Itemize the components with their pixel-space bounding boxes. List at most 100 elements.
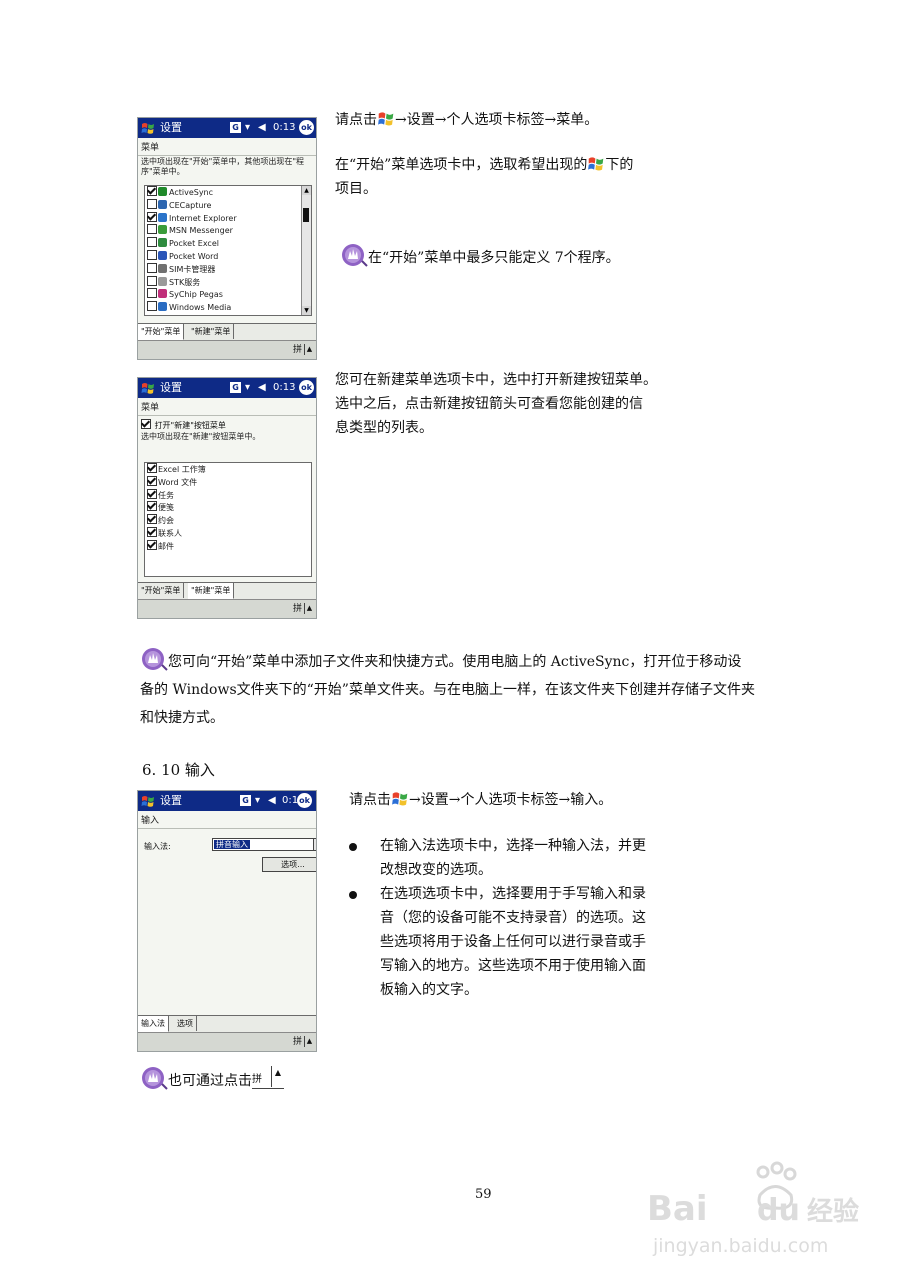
list-item[interactable]: 任务 (145, 488, 311, 502)
item-label: Pocket Excel (169, 239, 219, 249)
ok-button[interactable]: ok (299, 380, 314, 395)
checkbox[interactable] (147, 514, 157, 525)
tab-options[interactable]: 选项 (174, 1016, 197, 1031)
item-label: Internet Explorer (169, 213, 237, 223)
sip-arrow-icon[interactable]: ▲ (304, 344, 314, 355)
volume-icon[interactable]: ◀ (258, 381, 266, 395)
chevron-down-icon[interactable]: ▼ (313, 839, 316, 850)
checkbox[interactable] (147, 224, 157, 235)
tab-start-menu[interactable]: "开始"菜单 (138, 583, 185, 598)
new-menu-list[interactable]: Excel 工作簿 Word 文件 任务 便笺 约会 联系人 邮件 (144, 462, 312, 577)
item-label: 便笺 (158, 503, 174, 513)
input-method-button[interactable]: 拼 (293, 343, 302, 357)
app-icon (158, 276, 167, 286)
list-item[interactable]: Pocket Word (145, 249, 311, 263)
volume-icon[interactable]: ◀ (258, 121, 266, 135)
checkbox[interactable] (147, 501, 157, 512)
menu-description: 选中项出现在"开始"菜单中，其他项出现在"程序"菜单中。 (141, 157, 305, 176)
list-item[interactable]: MSN Messenger (145, 224, 311, 237)
list-item[interactable]: 便笺 (145, 501, 311, 514)
scroll-down-icon[interactable]: ▼ (302, 306, 311, 315)
checkbox[interactable] (147, 198, 157, 209)
list-item: 在选项选项卡中，选择要用于手写输入和录 音（您的设备可能不支持录音）的选项。这 … (349, 882, 694, 1002)
checkbox[interactable] (147, 288, 157, 299)
checkbox[interactable] (147, 237, 157, 248)
ok-button[interactable]: ok (299, 120, 314, 135)
checkbox[interactable] (147, 488, 157, 499)
signal-icon[interactable]: ▾ (245, 121, 255, 135)
screenshot-start-menu-settings: 设置 G ▾ ◀ 0:13 ok 菜单 选中项出现在"开始"菜单中，其他项出现在… (137, 117, 317, 360)
input-method-button[interactable]: 拼 (293, 602, 302, 616)
list-item[interactable]: Word 文件 (145, 475, 311, 489)
gprs-indicator-icon: G (230, 122, 241, 133)
list-item[interactable]: 约会 (145, 514, 311, 527)
checkbox[interactable] (141, 419, 151, 429)
input-method-select[interactable]: 拼音输入 ▼ (212, 838, 316, 851)
item-label: Excel 工作簿 (158, 465, 206, 474)
line: 选中之后，点击新建按钮箭头可查看您能创建的信 (335, 396, 643, 412)
ok-button[interactable]: ok (297, 793, 312, 808)
signal-icon[interactable]: ▾ (255, 794, 265, 808)
scroll-up-icon[interactable]: ▲ (302, 186, 311, 195)
toggle-label: 打开"新建"按钮菜单 (154, 421, 226, 430)
input-method-label: 输入法: (144, 842, 171, 851)
volume-icon[interactable]: ◀ (268, 794, 276, 808)
clock-time[interactable]: 0:13 (273, 118, 295, 138)
note-icon (140, 1066, 168, 1090)
sip-arrow-icon[interactable]: ▲ (304, 1036, 314, 1047)
line: 在输入法选项卡中，选择一种输入法，并更 (380, 838, 646, 854)
line: 改想改变的选项。 (380, 862, 492, 878)
list-item[interactable]: 联系人 (145, 526, 311, 540)
list-item[interactable]: ActiveSync (145, 186, 311, 199)
item-label: SyChip Pegas (169, 290, 223, 300)
scroll-thumb[interactable] (303, 208, 309, 222)
screenshot-input-settings: 设置 G ▾ ◀ 0:14 ok 输入 输入法: 拼音输入 ▼ 选项... 输入… (137, 790, 317, 1052)
list-item[interactable]: Windows Media (145, 301, 311, 314)
list-item[interactable]: Excel 工作簿 (145, 463, 311, 476)
input-method-button[interactable]: 拼 (293, 1035, 302, 1049)
bullet-icon (349, 891, 357, 899)
checkbox[interactable] (147, 463, 157, 473)
checkbox[interactable] (147, 301, 157, 312)
signal-icon[interactable]: ▾ (245, 381, 255, 395)
checkbox[interactable] (147, 526, 157, 537)
line: 在选项选项卡中，选择要用于手写输入和录 (380, 886, 646, 902)
start-menu-list[interactable]: ActiveSync CECapture Internet Explorer MSN … (144, 185, 312, 316)
checkbox[interactable] (147, 475, 157, 486)
list-item[interactable]: Pocket Excel (145, 237, 311, 250)
app-icon (158, 225, 167, 235)
start-flag-icon[interactable] (141, 121, 155, 135)
tab-new-menu[interactable]: "新建"菜单 (188, 583, 235, 599)
list-item[interactable]: SIM卡管理器 (145, 262, 311, 276)
item-label: STK服务 (169, 277, 201, 287)
page-number: 59 (475, 1187, 492, 1202)
checkbox[interactable] (147, 186, 157, 196)
list-item[interactable]: SyChip Pegas (145, 288, 311, 301)
options-button[interactable]: 选项... (262, 857, 316, 872)
start-flag-icon[interactable] (141, 794, 155, 808)
paragraph-step1-detail: 在“开始”菜单选项卡中，选取希望出现的 下的 (335, 157, 634, 173)
start-flag-icon[interactable] (141, 381, 155, 395)
tab-start-menu[interactable]: "开始"菜单 (138, 324, 185, 340)
list-item[interactable]: STK服务 (145, 275, 311, 289)
tab-new-menu[interactable]: "新建"菜单 (188, 324, 235, 339)
clock-time[interactable]: 0:13 (273, 378, 295, 398)
checkbox[interactable] (147, 262, 157, 273)
gprs-indicator-icon: G (230, 382, 241, 393)
list-item[interactable]: CECapture (145, 198, 311, 212)
list-item[interactable]: Internet Explorer (145, 211, 311, 225)
screenshot-new-menu-settings: 设置 G ▾ ◀ 0:13 ok 菜单 打开"新建"按钮菜单 选中项出现在"新建… (137, 377, 317, 619)
checkbox[interactable] (147, 249, 157, 260)
new-button-toggle[interactable]: 打开"新建"按钮菜单 (138, 416, 316, 431)
list-scrollbar[interactable]: ▲ ▼ (301, 186, 311, 315)
sip-arrow-icon[interactable]: ▲ (304, 603, 314, 614)
app-icon (158, 263, 167, 273)
tab-strip: "开始"菜单 "新建"菜单 (138, 323, 316, 340)
tab-input-method[interactable]: 输入法 (138, 1016, 169, 1032)
list-item[interactable]: 邮件 (145, 539, 311, 553)
checkbox[interactable] (147, 211, 157, 222)
page-subtitle: 输入 (138, 811, 316, 829)
page-subtitle: 菜单 (138, 398, 316, 416)
checkbox[interactable] (147, 539, 157, 550)
checkbox[interactable] (147, 275, 157, 286)
